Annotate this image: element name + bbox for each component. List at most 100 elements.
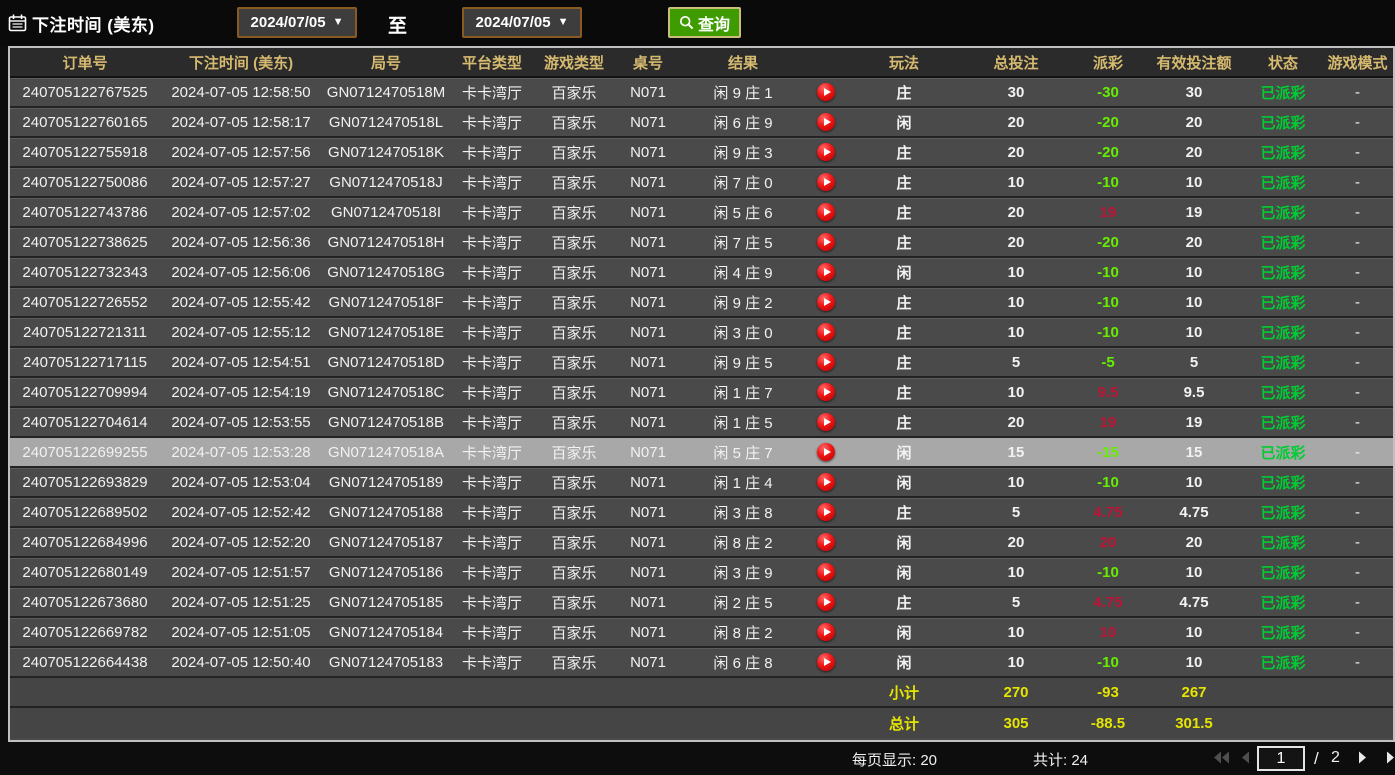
cell-game-mode: - — [1322, 438, 1393, 466]
play-video-icon[interactable] — [817, 563, 835, 581]
cell-status: 已派彩 — [1244, 348, 1322, 376]
cell-game-mode: - — [1322, 168, 1393, 196]
cell-game-type: 百家乐 — [534, 408, 614, 436]
cell-status: 已派彩 — [1244, 558, 1322, 586]
page-number-input[interactable] — [1257, 746, 1305, 771]
cell-play-type: 庄 — [848, 318, 960, 346]
table-row[interactable]: 240705122664438 2024-07-05 12:50:40 GN07… — [10, 648, 1393, 678]
play-video-icon[interactable] — [817, 503, 835, 521]
date-from-value: 2024/07/05 — [251, 14, 326, 31]
table-row[interactable]: 240705122684996 2024-07-05 12:52:20 GN07… — [10, 528, 1393, 558]
cell-result: 闲 6 庄 9 — [682, 108, 804, 136]
play-video-icon[interactable] — [817, 263, 835, 281]
cell-game-type: 百家乐 — [534, 438, 614, 466]
cell-play-type: 闲 — [848, 438, 960, 466]
cell-round-id: GN0712470518J — [322, 168, 450, 196]
play-video-icon[interactable] — [817, 353, 835, 371]
search-button[interactable]: 查询 — [668, 7, 741, 38]
play-video-icon[interactable] — [817, 413, 835, 431]
play-video-icon[interactable] — [817, 623, 835, 641]
cell-result: 闲 5 庄 7 — [682, 438, 804, 466]
cell-game-mode: - — [1322, 108, 1393, 136]
cell-total-bet: 20 — [960, 198, 1072, 226]
cell-payout: -10 — [1072, 168, 1144, 196]
table-row[interactable]: 240705122732343 2024-07-05 12:56:06 GN07… — [10, 258, 1393, 288]
table-row[interactable]: 240705122699255 2024-07-05 12:53:28 GN07… — [10, 438, 1393, 468]
cell-payout: 9.5 — [1072, 378, 1144, 406]
cell-result: 闲 8 庄 2 — [682, 528, 804, 556]
cell-game-mode: - — [1322, 138, 1393, 166]
table-row[interactable]: 240705122743786 2024-07-05 12:57:02 GN07… — [10, 198, 1393, 228]
calendar-icon — [8, 14, 27, 32]
cell-valid-bet: 10 — [1144, 318, 1244, 346]
cell-play-type: 闲 — [848, 258, 960, 286]
cell-platform: 卡卡湾厅 — [450, 78, 534, 106]
cell-platform: 卡卡湾厅 — [450, 498, 534, 526]
play-video-icon[interactable] — [817, 593, 835, 611]
cell-result: 闲 1 庄 7 — [682, 378, 804, 406]
cell-total-bet: 30 — [960, 78, 1072, 106]
play-video-icon[interactable] — [817, 113, 835, 131]
cell-result: 闲 8 庄 2 — [682, 618, 804, 646]
table-row[interactable]: 240705122738625 2024-07-05 12:56:36 GN07… — [10, 228, 1393, 258]
table-row[interactable]: 240705122669782 2024-07-05 12:51:05 GN07… — [10, 618, 1393, 648]
cell-total-bet: 5 — [960, 588, 1072, 616]
table-row[interactable]: 240705122721311 2024-07-05 12:55:12 GN07… — [10, 318, 1393, 348]
play-video-icon[interactable] — [817, 443, 835, 461]
cell-round-id: GN0712470518I — [322, 198, 450, 226]
cell-round-id: GN07124705187 — [322, 528, 450, 556]
table-row[interactable]: 240705122693829 2024-07-05 12:53:04 GN07… — [10, 468, 1393, 498]
cell-total-bet: 10 — [960, 258, 1072, 286]
cell-round-id: GN07124705186 — [322, 558, 450, 586]
previous-page-icon[interactable] — [1240, 750, 1250, 765]
grand-total-row: 总计 305 -88.5 301.5 — [10, 708, 1393, 738]
cell-order-id: 240705122689502 — [10, 498, 160, 526]
cell-status: 已派彩 — [1244, 588, 1322, 616]
table-row[interactable]: 240705122726552 2024-07-05 12:55:42 GN07… — [10, 288, 1393, 318]
cell-platform: 卡卡湾厅 — [450, 648, 534, 676]
date-range-to-label: 至 — [388, 11, 407, 38]
play-video-icon[interactable] — [817, 323, 835, 341]
date-to-picker[interactable]: 2024/07/05 ▼ — [462, 7, 582, 38]
table-row[interactable]: 240705122760165 2024-07-05 12:58:17 GN07… — [10, 108, 1393, 138]
cell-platform: 卡卡湾厅 — [450, 138, 534, 166]
cell-play-type: 庄 — [848, 408, 960, 436]
table-row[interactable]: 240705122755918 2024-07-05 12:57:56 GN07… — [10, 138, 1393, 168]
table-row[interactable]: 240705122673680 2024-07-05 12:51:25 GN07… — [10, 588, 1393, 618]
cell-table-no: N071 — [614, 108, 682, 136]
cell-result: 闲 7 庄 5 — [682, 228, 804, 256]
last-page-icon[interactable] — [1386, 750, 1395, 765]
date-from-picker[interactable]: 2024/07/05 ▼ — [237, 7, 357, 38]
table-row[interactable]: 240705122709994 2024-07-05 12:54:19 GN07… — [10, 378, 1393, 408]
cell-platform: 卡卡湾厅 — [450, 228, 534, 256]
col-status: 状态 — [1244, 48, 1322, 76]
cell-game-mode: - — [1322, 528, 1393, 556]
cell-bet-time: 2024-07-05 12:51:05 — [160, 618, 322, 646]
table-row[interactable]: 240705122717115 2024-07-05 12:54:51 GN07… — [10, 348, 1393, 378]
cell-platform: 卡卡湾厅 — [450, 438, 534, 466]
play-video-icon[interactable] — [817, 143, 835, 161]
cell-table-no: N071 — [614, 348, 682, 376]
play-video-icon[interactable] — [817, 473, 835, 491]
next-page-icon[interactable] — [1358, 750, 1368, 765]
table-row[interactable]: 240705122704614 2024-07-05 12:53:55 GN07… — [10, 408, 1393, 438]
table-row[interactable]: 240705122680149 2024-07-05 12:51:57 GN07… — [10, 558, 1393, 588]
cell-game-type: 百家乐 — [534, 138, 614, 166]
play-video-icon[interactable] — [817, 653, 835, 671]
play-video-icon[interactable] — [817, 383, 835, 401]
cell-valid-bet: 20 — [1144, 108, 1244, 136]
play-video-icon[interactable] — [817, 293, 835, 311]
magnifier-icon — [679, 15, 695, 31]
play-video-icon[interactable] — [817, 233, 835, 251]
first-page-icon[interactable] — [1213, 750, 1230, 765]
table-row[interactable]: 240705122689502 2024-07-05 12:52:42 GN07… — [10, 498, 1393, 528]
play-video-icon[interactable] — [817, 83, 835, 101]
table-row[interactable]: 240705122750086 2024-07-05 12:57:27 GN07… — [10, 168, 1393, 198]
cell-game-mode: - — [1322, 348, 1393, 376]
play-video-icon[interactable] — [817, 173, 835, 191]
cell-game-type: 百家乐 — [534, 318, 614, 346]
cell-order-id: 240705122767525 — [10, 78, 160, 106]
play-video-icon[interactable] — [817, 533, 835, 551]
play-video-icon[interactable] — [817, 203, 835, 221]
table-row[interactable]: 240705122767525 2024-07-05 12:58:50 GN07… — [10, 78, 1393, 108]
